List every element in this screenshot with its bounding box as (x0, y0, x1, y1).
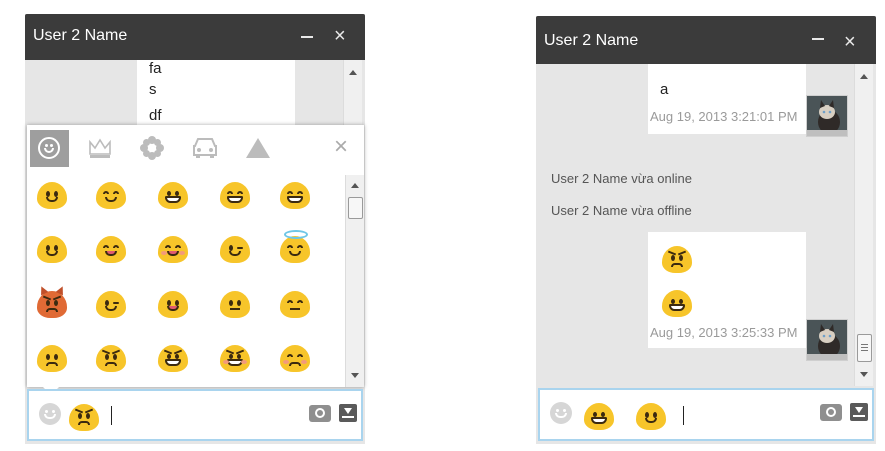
message-text: df (149, 107, 162, 124)
emoji-angry-blush[interactable] (220, 345, 250, 372)
tab-places[interactable] (191, 136, 219, 160)
emoji-grin-happy[interactable] (220, 182, 250, 209)
emoji-sad-tired[interactable] (280, 345, 310, 372)
scroll-down-icon[interactable] (860, 372, 868, 377)
download-icon[interactable] (850, 403, 868, 421)
tab-crown[interactable] (87, 136, 113, 160)
emoji-picker: × (27, 125, 364, 395)
chat-title: User 2 Name (544, 32, 639, 49)
camera-icon[interactable] (820, 404, 842, 421)
title-bar[interactable]: User 2 Name × (536, 16, 876, 64)
flower-icon (140, 136, 164, 160)
inserted-emoji-angry (69, 404, 99, 431)
tab-nature[interactable] (139, 135, 165, 161)
scroll-up-icon[interactable] (349, 70, 357, 75)
scroll-thumb[interactable] (348, 197, 363, 219)
emoji-neutral[interactable] (220, 291, 250, 318)
message-bubble: a Aug 19, 2013 3:21:01 PM (648, 64, 806, 134)
camera-icon[interactable] (309, 405, 331, 422)
car-icon (193, 138, 217, 158)
title-bar[interactable]: User 2 Name × (25, 14, 365, 60)
text-cursor (111, 406, 112, 425)
emoji-grimace[interactable] (158, 345, 188, 372)
emoji-smile[interactable] (37, 182, 67, 209)
picker-close-icon[interactable]: × (334, 135, 348, 159)
message-timestamp: Aug 19, 2013 3:25:33 PM (650, 325, 798, 340)
inserted-emoji-smile (636, 403, 666, 430)
emoji-expressionless[interactable] (280, 291, 310, 318)
emoji-blush-laugh[interactable] (158, 236, 188, 263)
system-notice: User 2 Name vừa online (551, 171, 692, 186)
minimize-icon[interactable] (812, 38, 824, 40)
message-emoji-grin (662, 290, 692, 317)
emoji-wink[interactable] (96, 291, 126, 318)
text-cursor (683, 406, 684, 425)
crown-icon (89, 138, 111, 158)
message-timestamp: Aug 19, 2013 3:21:01 PM (650, 109, 798, 124)
emoji-smile[interactable] (37, 236, 67, 263)
emoji-grin-squint[interactable] (280, 182, 310, 209)
close-icon[interactable]: × (334, 24, 346, 48)
emoji-scrollbar[interactable] (345, 175, 364, 387)
scroll-up-icon[interactable] (351, 183, 359, 188)
message-text: a (660, 81, 669, 98)
emoji-devil[interactable] (37, 291, 67, 318)
tab-smileys[interactable] (30, 130, 69, 167)
message-bubble: Aug 19, 2013 3:25:33 PM (648, 232, 806, 348)
cat-avatar-icon (807, 96, 847, 136)
message-text: fa (149, 60, 162, 77)
emoji-confused[interactable] (37, 345, 67, 372)
scroll-thumb[interactable] (857, 334, 872, 362)
avatar (806, 95, 848, 137)
message-emoji-angry (662, 246, 692, 273)
emoji-toggle-icon[interactable] (39, 403, 61, 425)
download-icon[interactable] (339, 404, 357, 422)
tab-symbols[interactable] (245, 137, 271, 159)
emoji-tongue[interactable] (158, 291, 188, 318)
triangle-icon (246, 138, 270, 158)
message-input[interactable] (27, 389, 363, 441)
emoji-toggle-icon[interactable] (550, 402, 572, 424)
emoji-wink-smile[interactable] (220, 236, 250, 263)
emoji-halo[interactable] (280, 230, 310, 263)
emoji-grin[interactable] (158, 182, 188, 209)
avatar (806, 319, 848, 361)
message-text: s (149, 81, 157, 98)
scroll-down-icon[interactable] (351, 373, 359, 378)
emoji-laugh[interactable] (96, 236, 126, 263)
emoji-happy[interactable] (96, 182, 126, 209)
inserted-emoji-grin (584, 403, 614, 430)
chat-window-right: User 2 Name × a Aug 19, 2013 3:21:01 PM … (536, 16, 876, 444)
message-scrollbar[interactable] (854, 64, 873, 386)
chat-title: User 2 Name (33, 27, 128, 44)
emoji-grid (27, 175, 345, 387)
chat-window-left: User 2 Name × fa s df × (25, 14, 365, 444)
cat-avatar-icon (807, 320, 847, 360)
system-notice: User 2 Name vừa offline (551, 203, 692, 218)
scroll-up-icon[interactable] (860, 74, 868, 79)
emoji-angry[interactable] (96, 345, 126, 372)
minimize-icon[interactable] (301, 36, 313, 38)
message-bubble: fa s df (137, 60, 295, 130)
smiley-icon (38, 137, 60, 159)
close-icon[interactable]: × (844, 30, 856, 54)
message-input[interactable] (538, 388, 874, 441)
message-scrollbar[interactable] (343, 60, 362, 130)
